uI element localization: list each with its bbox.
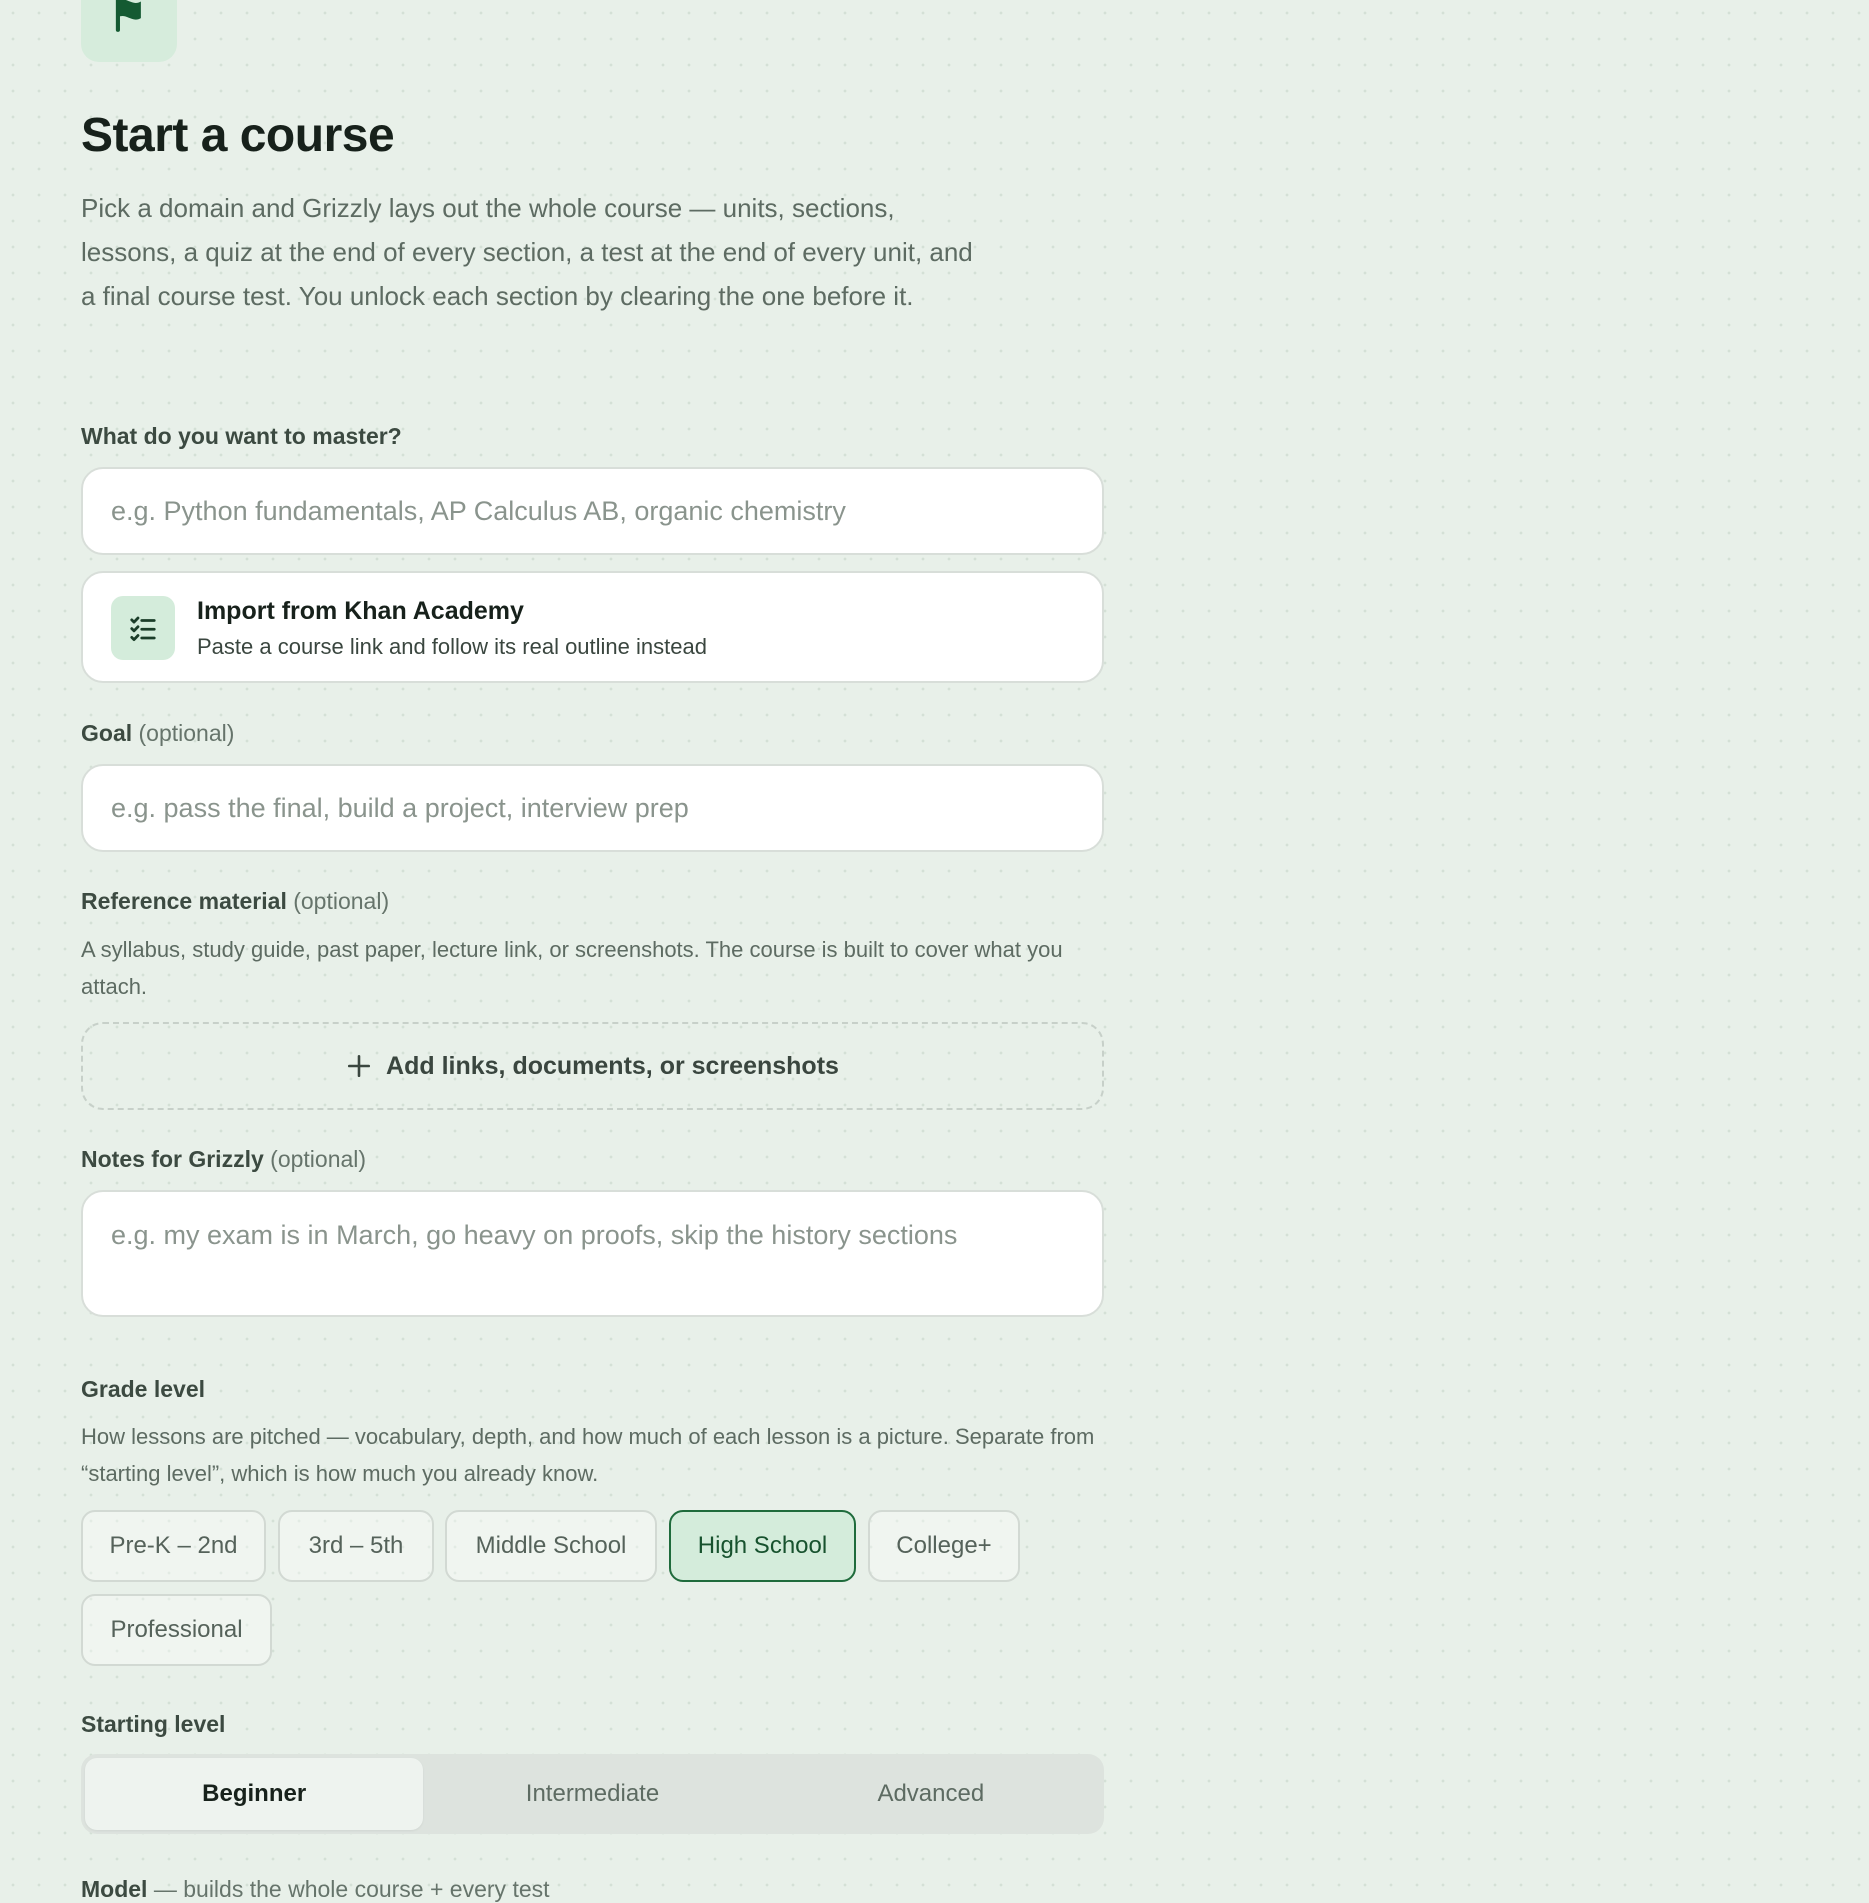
starting-level-label-text: Starting level: [81, 1711, 226, 1737]
reference-label: Reference material (optional): [81, 888, 389, 915]
model-label-text: Model: [81, 1876, 148, 1902]
model-description: — builds the whole course + every test: [153, 1876, 550, 1902]
topic-input[interactable]: [81, 467, 1104, 555]
notes-label-text: Notes for Grizzly: [81, 1146, 264, 1172]
add-reference-label: Add links, documents, or screenshots: [386, 1051, 839, 1080]
page-intro: Pick a domain and Grizzly lays out the w…: [81, 193, 973, 311]
starting-level-segmented-control: Beginner Intermediate Advanced: [81, 1754, 1104, 1834]
goal-optional-tag: (optional): [138, 720, 235, 746]
notes-textarea[interactable]: [81, 1190, 1104, 1317]
import-khan-academy-card[interactable]: Import from Khan Academy Paste a course …: [81, 571, 1104, 683]
reference-label-text: Reference material: [81, 888, 287, 914]
add-reference-button[interactable]: Add links, documents, or screenshots: [81, 1022, 1104, 1110]
goal-input[interactable]: [81, 764, 1104, 852]
flag-icon: [115, 0, 141, 32]
starting-level-advanced[interactable]: Advanced: [762, 1758, 1100, 1830]
grade-option-college-plus[interactable]: College+: [868, 1510, 1020, 1582]
topic-label-text: What do you want to master?: [81, 423, 402, 449]
goal-label: Goal (optional): [81, 720, 234, 747]
starting-level-label: Starting level: [81, 1711, 225, 1738]
grade-label-text: Grade level: [81, 1376, 206, 1402]
model-label: Model — builds the whole course + every …: [81, 1876, 550, 1903]
page-title: Start a course: [81, 109, 395, 162]
topic-label: What do you want to master?: [81, 423, 402, 450]
grade-option-middle-school[interactable]: Middle School: [445, 1510, 657, 1582]
plus-icon: [347, 1054, 371, 1078]
import-icon-tile: [111, 596, 175, 660]
reference-optional-tag: (optional): [293, 888, 390, 914]
reference-help: A syllabus, study guide, past paper, lec…: [81, 937, 1063, 999]
starting-level-intermediate[interactable]: Intermediate: [423, 1758, 761, 1830]
notes-optional-tag: (optional): [270, 1146, 367, 1172]
checklist-icon: [130, 616, 156, 641]
goal-label-text: Goal: [81, 720, 133, 746]
notes-label: Notes for Grizzly (optional): [81, 1146, 366, 1173]
grade-option-pre-k-2nd[interactable]: Pre-K – 2nd: [81, 1510, 266, 1582]
grade-option-3rd-5th[interactable]: 3rd – 5th: [278, 1510, 434, 1582]
grade-option-professional[interactable]: Professional: [81, 1594, 272, 1666]
import-title: Import from Khan Academy: [197, 597, 524, 625]
grade-option-high-school[interactable]: High School: [669, 1510, 856, 1582]
grade-label: Grade level: [81, 1376, 205, 1403]
starting-level-beginner[interactable]: Beginner: [85, 1758, 424, 1830]
logo-tile: [81, 0, 177, 62]
import-subtitle: Paste a course link and follow its real …: [197, 634, 707, 659]
grade-help: How lessons are pitched — vocabulary, de…: [81, 1424, 1095, 1486]
